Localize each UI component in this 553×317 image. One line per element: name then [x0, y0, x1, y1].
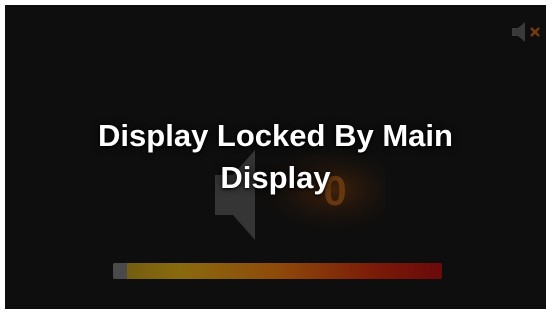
- lock-message: Display Locked By Main Display: [45, 115, 506, 199]
- lock-message-line-2: Display: [220, 160, 331, 195]
- volume-bar-fill: [113, 263, 442, 279]
- speaker-muted-icon[interactable]: [510, 19, 544, 45]
- lock-message-line-1: Display Locked By Main: [98, 118, 453, 153]
- locked-display-screen: 0 Display Locked By Main Display: [5, 5, 546, 309]
- volume-bar[interactable]: [113, 263, 442, 279]
- volume-bar-handle[interactable]: [113, 263, 127, 279]
